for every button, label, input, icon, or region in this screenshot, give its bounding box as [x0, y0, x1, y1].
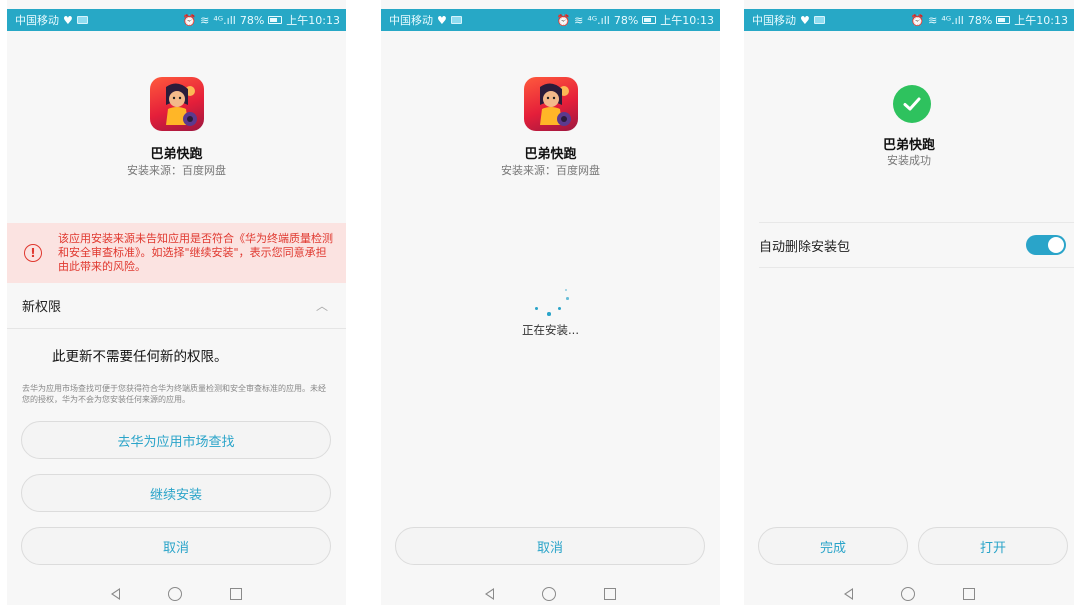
alarm-icon: ⏰ [182, 13, 197, 27]
signal-indicator: ⁴ᴳ.ıll [587, 13, 610, 27]
alert-icon: ! [24, 244, 42, 262]
signal-indicator: ⁴ᴳ.ıll [213, 13, 236, 27]
install-source: 安装来源：百度网盘 [501, 164, 600, 177]
carrier-label: 中国移动 [752, 14, 796, 27]
install-result: 安装成功 [887, 154, 931, 167]
risk-warning-banner: ! 该应用安装来源未告知应用是否符合《华为终端质量检测和安全审查标准》。如选择"… [7, 223, 346, 283]
signal-indicator: ⁴ᴳ.ıll [941, 13, 964, 27]
status-bar: 中国移动 ♥ ⏰ ≋ ⁴ᴳ.ıll 78% 上午10:13 [744, 9, 1074, 31]
installing-screen: 中国移动 ♥ ⏰ ≋ ⁴ᴳ.ıll 78% 上午10:13 巴弟快跑 安装来源：… [381, 0, 720, 605]
carrier-label: 中国移动 [15, 14, 59, 27]
cancel-button[interactable]: 取消 [21, 527, 331, 565]
status-bar: 中国移动 ♥ ⏰ ≋ ⁴ᴳ.ıll 78% 上午10:13 [7, 9, 346, 31]
app-name: 巴弟快跑 [524, 147, 577, 162]
home-icon[interactable] [168, 587, 182, 601]
recent-apps-icon[interactable] [962, 588, 975, 600]
clock: 上午10:13 [1014, 14, 1068, 27]
recent-apps-icon[interactable] [604, 588, 616, 600]
installing-status: 正在安装... [522, 323, 579, 337]
done-button[interactable]: 完成 [758, 527, 908, 565]
home-icon[interactable] [900, 587, 915, 601]
wifi-icon: ≋ [200, 13, 210, 27]
loading-spinner-icon [531, 287, 571, 319]
alarm-icon: ⏰ [910, 13, 925, 27]
heart-icon: ♥ [800, 13, 810, 27]
chevron-up-icon[interactable]: ︿ [316, 297, 328, 314]
app-icon [524, 77, 578, 131]
image-notification-icon [450, 16, 462, 24]
home-icon[interactable] [542, 587, 556, 601]
no-permissions-text: 此更新不需要任何新的权限。 [52, 349, 228, 365]
heart-icon: ♥ [63, 13, 73, 27]
continue-install-button[interactable]: 继续安装 [21, 474, 331, 512]
back-icon[interactable] [843, 588, 853, 600]
auto-delete-label: 自动删除安装包 [759, 239, 851, 255]
clock: 上午10:13 [286, 14, 340, 27]
warning-text: 该应用安装来源未告知应用是否符合《华为终端质量检测和安全审查标准》。如选择"继续… [58, 232, 333, 273]
navigation-bar [381, 583, 720, 605]
app-icon [150, 77, 204, 131]
battery-icon [996, 16, 1011, 24]
permissions-section-header[interactable]: 新权限 ︿ [7, 283, 346, 329]
market-hint-text: 去华为应用市场查找可便于您获得符合华为终端质量检测和安全审查标准的应用。未经您的… [22, 384, 326, 404]
back-icon[interactable] [111, 588, 120, 600]
battery-percent: 78% [239, 13, 265, 27]
install-source: 安装来源：百度网盘 [127, 164, 226, 177]
wifi-icon: ≋ [928, 13, 938, 27]
navigation-bar [7, 583, 346, 605]
toggle-knob [1048, 237, 1064, 253]
cancel-button[interactable]: 取消 [395, 527, 705, 565]
battery-icon [268, 16, 283, 24]
battery-percent: 78% [613, 13, 639, 27]
image-notification-icon [76, 16, 88, 24]
app-name: 巴弟快跑 [150, 147, 203, 162]
success-check-icon [893, 85, 931, 123]
battery-icon [642, 16, 657, 24]
image-notification-icon [813, 16, 825, 24]
auto-delete-row: 自动删除安装包 [759, 222, 1074, 268]
back-icon[interactable] [485, 588, 494, 600]
navigation-bar [744, 583, 1074, 605]
heart-icon: ♥ [437, 13, 447, 27]
section-title: 新权限 [22, 300, 62, 315]
status-bar: 中国移动 ♥ ⏰ ≋ ⁴ᴳ.ıll 78% 上午10:13 [381, 9, 720, 31]
install-warning-screen: 中国移动 ♥ ⏰ ≋ ⁴ᴳ.ıll 78% 上午10:13 巴弟快跑 安装来源：… [7, 0, 346, 605]
battery-percent: 78% [967, 13, 993, 27]
recent-apps-icon[interactable] [230, 588, 242, 600]
auto-delete-toggle[interactable] [1026, 235, 1066, 255]
clock: 上午10:13 [660, 14, 714, 27]
install-success-screen: 中国移动 ♥ ⏰ ≋ ⁴ᴳ.ıll 78% 上午10:13 巴弟快跑 安装成功 … [744, 0, 1074, 605]
open-button[interactable]: 打开 [918, 527, 1068, 565]
go-to-market-button[interactable]: 去华为应用市场查找 [21, 421, 331, 459]
app-name: 巴弟快跑 [882, 138, 935, 153]
carrier-label: 中国移动 [389, 14, 433, 27]
wifi-icon: ≋ [574, 13, 584, 27]
alarm-icon: ⏰ [556, 13, 571, 27]
